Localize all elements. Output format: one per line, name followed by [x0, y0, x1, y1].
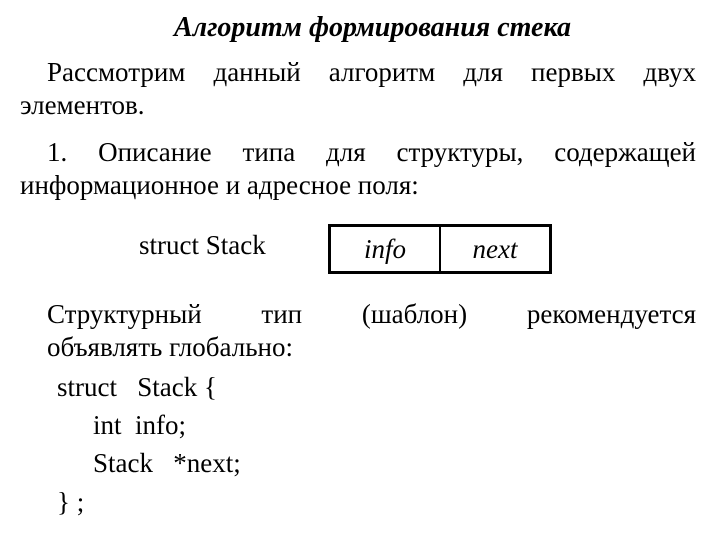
field-info: info	[363, 233, 406, 264]
code-line-2: int info;	[93, 410, 186, 440]
code-line-1: struct Stack {	[57, 372, 217, 402]
note-line-2: объявлять глобально:	[47, 332, 293, 362]
intro-paragraph: Рассмотрим данный алгоритм для первых дв…	[20, 57, 696, 120]
step1-paragraph: 1. Описание типа для структуры, содержащ…	[20, 137, 696, 200]
code-line-4: } ;	[57, 487, 85, 517]
struct-diagram: info next	[328, 224, 552, 274]
code-line-3: Stack *next;	[93, 448, 241, 478]
struct-label: struct Stack	[139, 230, 266, 260]
note-line-1: Структурный тип (шаблон) рекомендуется	[47, 299, 696, 329]
page-title: Алгоритм формирования стека	[174, 12, 571, 43]
field-next: next	[439, 227, 549, 271]
